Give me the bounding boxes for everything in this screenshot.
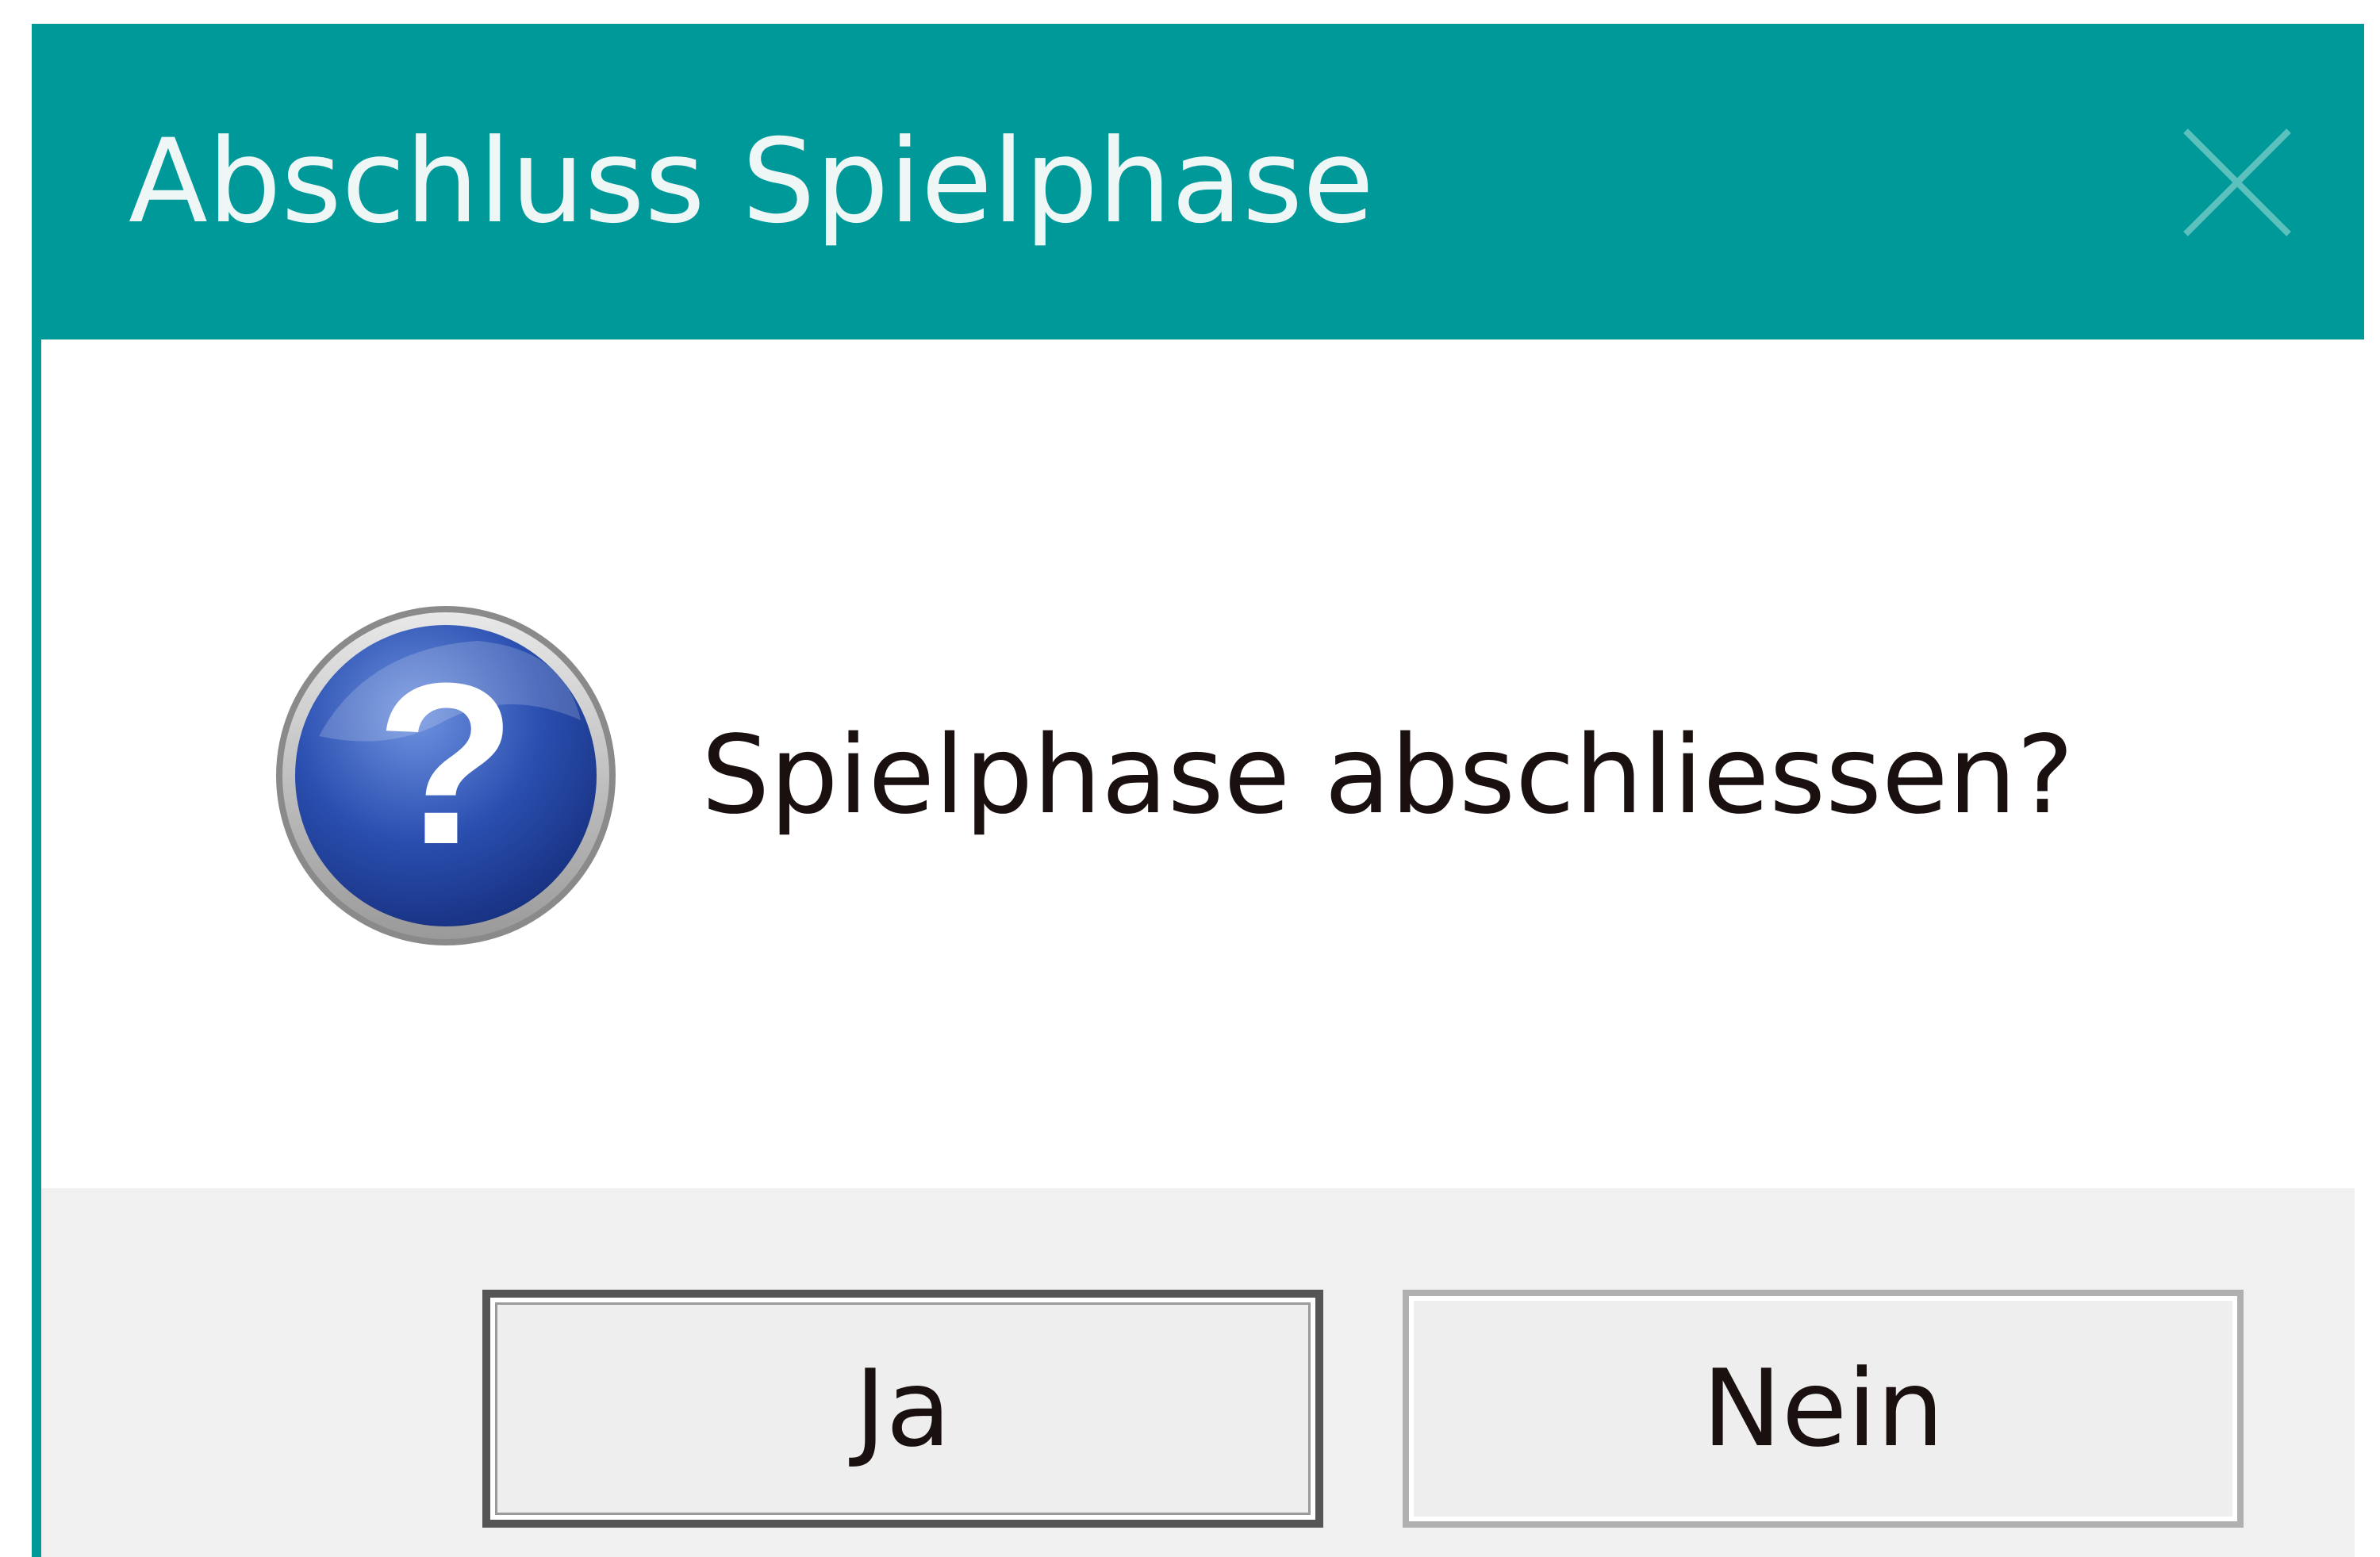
svg-text:?: ? bbox=[375, 635, 516, 892]
title-bar[interactable]: Abschluss Spielphase bbox=[32, 24, 2364, 339]
window-title: Abschluss Spielphase bbox=[129, 114, 1374, 249]
close-icon bbox=[2183, 128, 2291, 236]
yes-button[interactable]: Ja bbox=[482, 1290, 1323, 1528]
dialog-message: Spielphase abschliessen? bbox=[701, 713, 2075, 838]
no-button[interactable]: Nein bbox=[1403, 1290, 2244, 1528]
message-dialog: Abschluss Spielphase ? Spielphase abschl… bbox=[32, 24, 2364, 1557]
dialog-content: ? Spielphase abschliessen? bbox=[41, 339, 2355, 1188]
button-bar: Ja Nein bbox=[41, 1188, 2355, 1557]
question-icon: ? bbox=[271, 601, 620, 950]
close-button[interactable] bbox=[2158, 103, 2317, 262]
